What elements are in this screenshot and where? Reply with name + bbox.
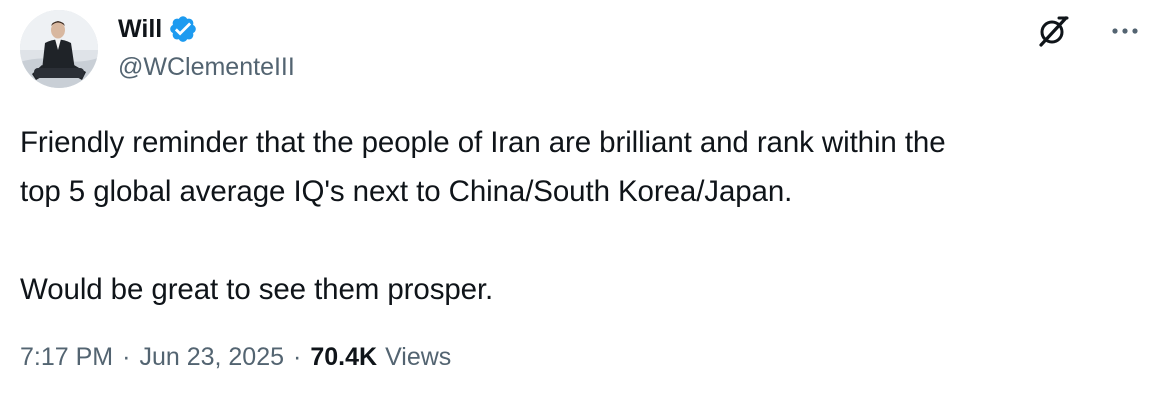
tweet-card: Will @WClementeIII Friendly reminder tha… [0, 0, 1164, 406]
author-name-row: Will [118, 12, 198, 46]
avatar-image [20, 10, 98, 88]
tweet-text-line: Friendly reminder that the people of Ira… [20, 126, 946, 159]
avatar[interactable] [20, 10, 98, 88]
views-label: Views [385, 343, 452, 371]
view-count: 70.4K [310, 343, 378, 371]
tweet-date[interactable]: Jun 23, 2025 [139, 343, 284, 372]
author-handle[interactable]: @WClementeIII [118, 53, 295, 82]
meta-separator: · [293, 343, 302, 371]
tweet-metadata: 7:17 PM · Jun 23, 2025 · 70.4K Views [20, 343, 451, 372]
tweet-text: Friendly reminder that the people of Ira… [20, 118, 1140, 314]
author-display-name[interactable]: Will [118, 15, 162, 44]
tweet-text-line: Would be great to see them prosper. [20, 273, 494, 306]
meta-separator: · [122, 343, 131, 371]
verified-badge-icon[interactable] [168, 14, 198, 44]
tweet-time[interactable]: 7:17 PM [20, 343, 113, 372]
more-options-icon[interactable] [1108, 18, 1142, 44]
tweet-text-line: top 5 global average IQ's next to China/… [20, 175, 793, 208]
grok-icon[interactable] [1036, 14, 1070, 48]
